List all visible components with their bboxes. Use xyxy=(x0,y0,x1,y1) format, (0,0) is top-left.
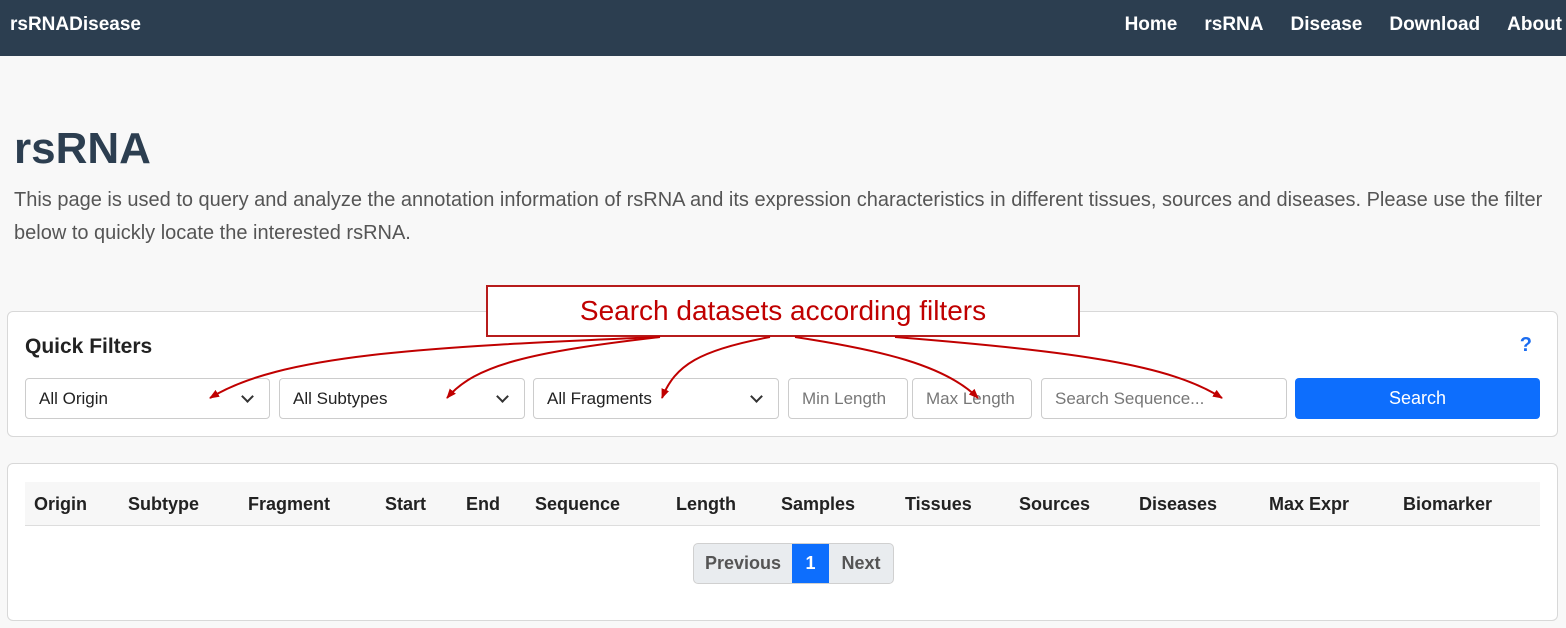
column-header-subtype[interactable]: Subtype xyxy=(128,494,199,515)
pagination: Previous 1 Next xyxy=(693,543,894,584)
chevron-down-icon xyxy=(496,389,509,403)
page-title: rsRNA xyxy=(14,124,151,173)
origin-select[interactable]: All Origin xyxy=(25,378,270,419)
column-header-sequence[interactable]: Sequence xyxy=(535,494,620,515)
page-1-button[interactable]: 1 xyxy=(792,544,829,583)
help-icon[interactable]: ? xyxy=(1520,334,1532,357)
column-header-length[interactable]: Length xyxy=(676,494,736,515)
results-table-card: Origin Subtype Fragment Start End Sequen… xyxy=(7,463,1558,621)
column-header-start[interactable]: Start xyxy=(385,494,426,515)
chevron-down-icon xyxy=(750,389,763,403)
fragment-select-value: All Fragments xyxy=(547,388,652,408)
column-header-biomarker[interactable]: Biomarker xyxy=(1403,494,1492,515)
column-header-diseases[interactable]: Diseases xyxy=(1139,494,1217,515)
sequence-search-input[interactable] xyxy=(1041,378,1287,419)
column-header-tissues[interactable]: Tissues xyxy=(905,494,972,515)
nav-home[interactable]: Home xyxy=(1125,14,1178,36)
quick-filters-title: Quick Filters xyxy=(25,335,153,358)
nav-about[interactable]: About xyxy=(1507,14,1562,36)
nav-rsrna[interactable]: rsRNA xyxy=(1204,14,1263,36)
fragment-select[interactable]: All Fragments xyxy=(533,378,779,419)
top-navbar: rsRNADisease Home rsRNA Disease Download… xyxy=(0,0,1566,56)
nav-download[interactable]: Download xyxy=(1389,14,1480,36)
column-header-end[interactable]: End xyxy=(466,494,500,515)
table-header: Origin Subtype Fragment Start End Sequen… xyxy=(25,482,1540,526)
origin-select-value: All Origin xyxy=(39,388,108,408)
column-header-fragment[interactable]: Fragment xyxy=(248,494,330,515)
column-header-sources[interactable]: Sources xyxy=(1019,494,1090,515)
column-header-max-expr[interactable]: Max Expr xyxy=(1269,494,1349,515)
page-description: This page is used to query and analyze t… xyxy=(14,189,1543,244)
annotation-callout: Search datasets according filters xyxy=(486,285,1080,337)
column-header-samples[interactable]: Samples xyxy=(781,494,855,515)
annotation-text: Search datasets according filters xyxy=(579,295,987,326)
column-header-origin[interactable]: Origin xyxy=(34,494,87,515)
subtype-select[interactable]: All Subtypes xyxy=(279,378,525,419)
max-length-input[interactable] xyxy=(912,378,1032,419)
search-button[interactable]: Search xyxy=(1295,378,1540,419)
previous-page-button[interactable]: Previous xyxy=(694,544,792,583)
nav-disease[interactable]: Disease xyxy=(1291,14,1363,36)
site-brand[interactable]: rsRNADisease xyxy=(10,14,141,36)
subtype-select-value: All Subtypes xyxy=(293,388,388,408)
min-length-input[interactable] xyxy=(788,378,908,419)
next-page-button[interactable]: Next xyxy=(829,544,893,583)
chevron-down-icon xyxy=(241,389,254,403)
nav-links: Home rsRNA Disease Download About xyxy=(1098,14,1566,36)
